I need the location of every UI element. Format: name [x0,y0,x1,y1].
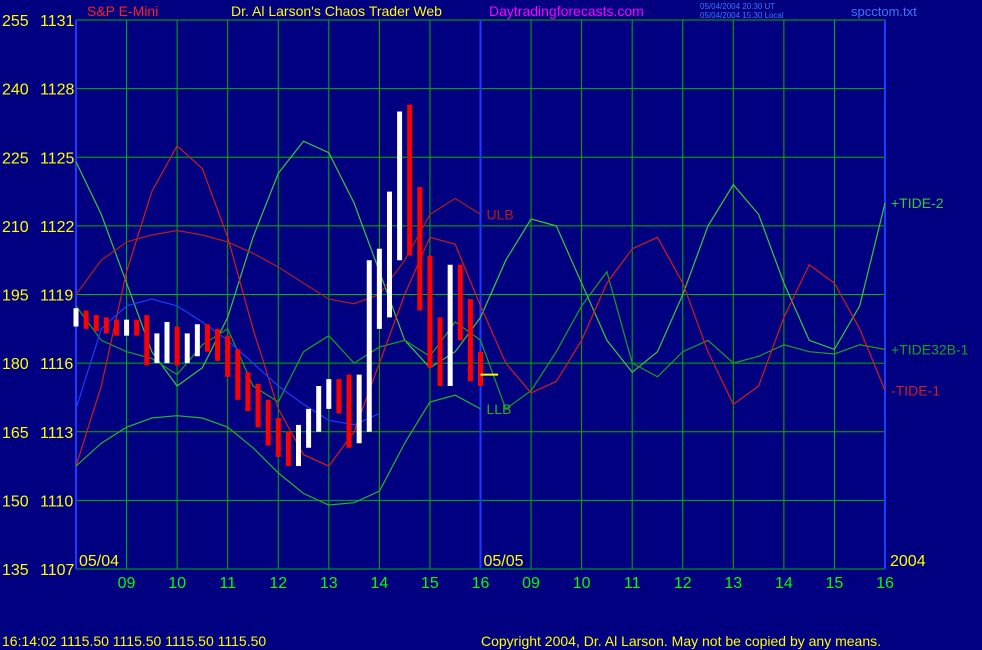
x-axis-hour-label: 15 [826,575,844,592]
x-axis-hour-label: 12 [269,575,287,592]
x-axis-date-label: 05/04 [79,553,119,570]
x-axis-hour-label: 16 [876,575,894,592]
y-axis-price-label: 1107 [40,562,75,579]
timestamp-local: 05/04/2004 15:30 Local [700,11,784,20]
series-label: LLB [487,401,512,417]
x-axis-hour-label: 10 [573,575,591,592]
y-axis-price-label: 1116 [40,356,73,373]
y-axis-left-label: 255 [2,13,29,30]
y-axis-price-label: 1110 [40,493,73,510]
timestamp-ut: 05/04/2004 20:30 UT [700,2,775,11]
y-axis-left-label: 195 [2,288,29,305]
x-axis-hour-label: 13 [320,575,338,592]
y-axis-left-label: 165 [2,425,29,442]
y-axis-price-label: 1119 [40,288,73,305]
year-label: 2004 [890,553,926,570]
series-label: -TIDE-1 [891,383,940,399]
y-axis-price-label: 1125 [40,150,75,167]
y-axis-left-label: 180 [2,356,29,373]
x-axis-hour-label: 12 [674,575,692,592]
chaos-trader-chart: S&P E-Mini Dr. Al Larson's Chaos Trader … [0,0,982,650]
y-axis-left-label: 150 [2,493,29,510]
x-axis-hour-label: 11 [219,575,236,592]
x-axis-hour-label: 09 [118,575,136,592]
x-axis-hour-label: 16 [472,575,490,592]
x-axis-hour-label: 09 [522,575,540,592]
footer-copyright: Copyright 2004, Dr. Al Larson. May not b… [481,633,881,649]
y-axis-left-label: 210 [2,219,29,236]
y-axis-left-label: 225 [2,150,29,167]
x-axis-hour-label: 14 [370,575,388,592]
y-axis-left-label: 135 [2,562,29,579]
series-label: +TIDE-2 [891,195,944,211]
y-axis-price-label: 1131 [40,13,75,30]
y-axis-price-label: 1122 [40,219,75,236]
y-axis-price-label: 1128 [40,82,75,99]
x-axis-hour-label: 10 [168,575,186,592]
x-axis-hour-label: 13 [724,575,742,592]
filename-label: spcctom.txt [851,4,917,19]
x-axis-date-label: 05/05 [484,553,524,570]
y-axis-left-label: 240 [2,82,29,99]
y-axis-price-label: 1113 [40,425,73,442]
site-title: Dr. Al Larson's Chaos Trader Web [231,3,442,19]
site-url: Daytradingforecasts.com [489,3,644,19]
x-axis-hour-label: 14 [775,575,793,592]
series-label: +TIDE32B-1 [891,341,969,357]
series-label: ULB [487,206,514,222]
footer-quote: 16:14:02 1115.50 1115.50 1115.50 1115.50 [2,633,266,649]
instrument-label: S&P E-Mini [87,3,158,19]
x-axis-hour-label: 11 [624,575,641,592]
x-axis-hour-label: 15 [421,575,439,592]
